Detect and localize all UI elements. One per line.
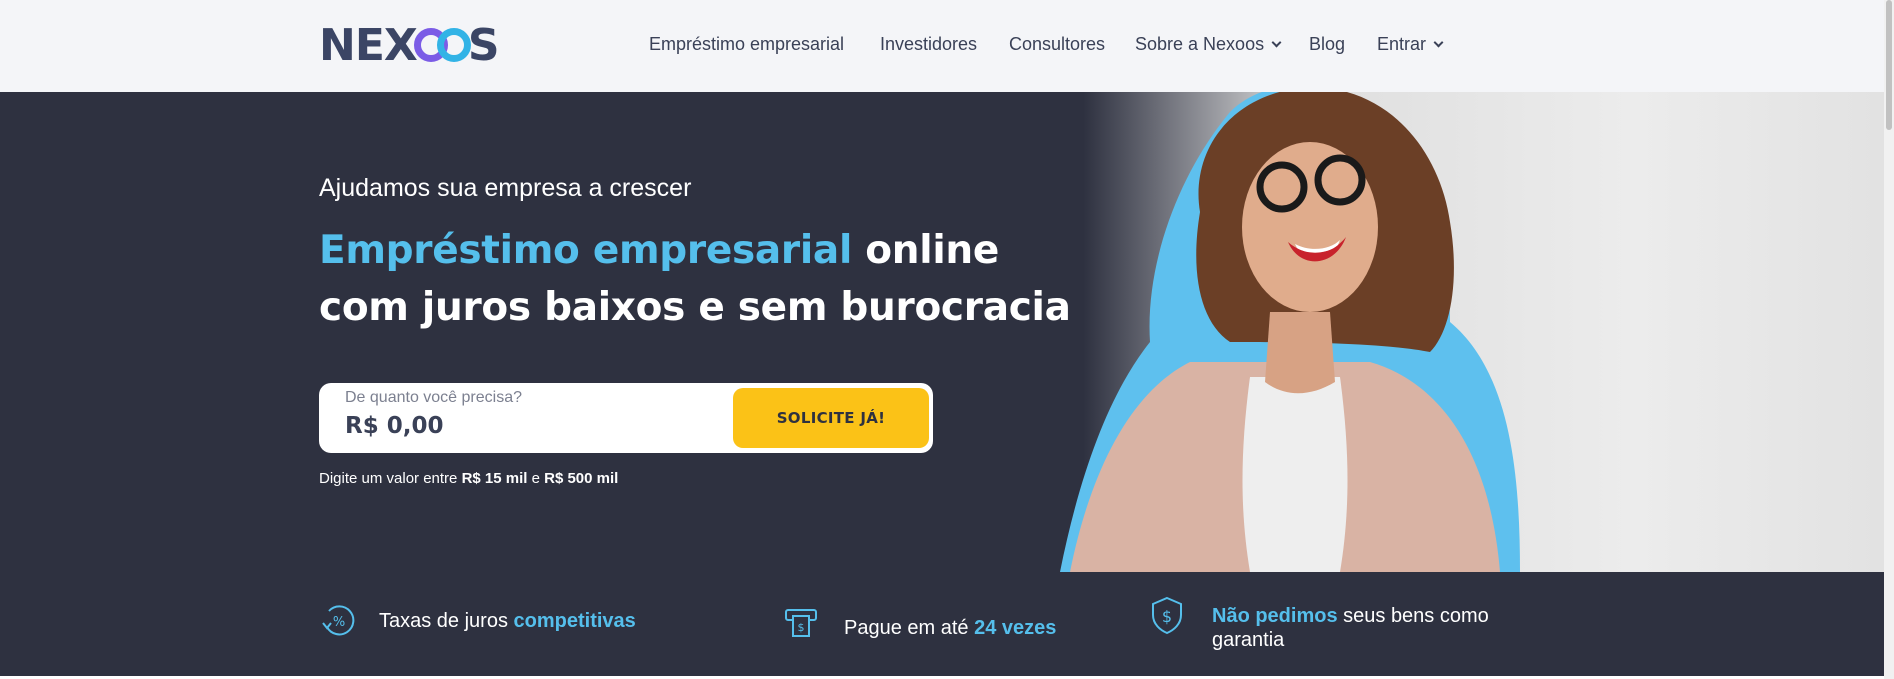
- nav-label: Empréstimo empresarial: [649, 34, 845, 54]
- headline-rest-2: com juros baixos e sem burocracia: [319, 285, 1071, 330]
- nav-item-consultores[interactable]: Consultores: [1009, 34, 1105, 55]
- scrollbar-thumb[interactable]: [1886, 0, 1892, 130]
- hint-min: R$ 15 mil: [461, 470, 528, 487]
- amount-input[interactable]: [345, 409, 705, 443]
- hero-photo: [1050, 92, 1884, 572]
- benefit-text: Pague em até 24 vezes: [844, 616, 1056, 640]
- nav-item-entrar[interactable]: Entrar: [1377, 34, 1444, 55]
- svg-text:$: $: [1162, 607, 1172, 626]
- nav-label: Blog: [1309, 34, 1346, 54]
- benefit-text: Não pedimos seus bens como garantia: [1212, 604, 1512, 652]
- chevron-down-icon: [1271, 37, 1282, 48]
- chevron-down-icon: [1433, 37, 1444, 48]
- shield-dollar-icon: $: [1152, 596, 1182, 635]
- nav-label: Sobre a Nexoos: [1135, 34, 1265, 54]
- nav-item-sobre-a-nexoos[interactable]: Sobre a Nexoos: [1135, 34, 1282, 55]
- hero-subtitle: Ajudamos sua empresa a crescer: [319, 174, 692, 202]
- headline-rest-1: online: [852, 228, 1000, 273]
- solicite-ja-button[interactable]: SOLICITE JÁ!: [733, 388, 929, 448]
- benefit-text-accent: competitivas: [513, 610, 636, 632]
- nav-item-investidores[interactable]: Investidores: [880, 34, 977, 55]
- svg-text:%: %: [333, 615, 345, 630]
- benefit-text-accent: 24 vezes: [974, 617, 1057, 639]
- hint-max: R$ 500 mil: [544, 470, 619, 487]
- logo-suffix: S: [467, 19, 500, 71]
- hero-headline: Empréstimo empresarial online com juros …: [319, 222, 1079, 336]
- benefit-item-taxas: % Taxas de juros competitivas: [319, 601, 636, 641]
- benefit-item-garantia: $ Não pedimos seus bens como garantia: [1147, 595, 1512, 652]
- headline-accent: Empréstimo empresarial: [319, 228, 853, 273]
- percent-cycle-icon: %: [322, 605, 355, 636]
- nav-item-emprestimo-empresarial[interactable]: Empréstimo empresarial: [649, 34, 844, 55]
- benefit-text-accent: Não pedimos: [1212, 605, 1338, 627]
- logo-prefix: NEX: [319, 19, 418, 71]
- nexoos-logo[interactable]: NEX S: [319, 19, 500, 71]
- amount-hint: Digite um valor entre R$ 15 mil e R$ 500…: [319, 470, 618, 487]
- site-header: NEX S Empréstimo empresarial Investidore…: [0, 0, 1884, 92]
- nav-item-blog[interactable]: Blog: [1309, 34, 1345, 55]
- amount-label: De quanto você precisa?: [345, 389, 522, 406]
- svg-text:$: $: [798, 621, 805, 634]
- hint-middle: e: [527, 470, 545, 487]
- hint-prefix: Digite um valor entre: [319, 470, 462, 487]
- benefit-text-plain: Pague em até: [844, 617, 975, 639]
- nav-label: Consultores: [1009, 34, 1106, 54]
- nav-label: Entrar: [1377, 34, 1427, 54]
- benefit-item-parcelas: $ Pague em até 24 vezes: [782, 604, 1056, 644]
- nav-label: Investidores: [880, 34, 978, 54]
- benefit-text-plain: Taxas de juros: [379, 610, 514, 632]
- woman-illustration: [1060, 92, 1520, 572]
- bill-icon: $: [785, 609, 817, 637]
- logo-ring-icon: [436, 28, 471, 62]
- benefit-text: Taxas de juros competitivas: [379, 609, 636, 633]
- loan-amount-form: De quanto você precisa? SOLICITE JÁ!: [319, 383, 933, 453]
